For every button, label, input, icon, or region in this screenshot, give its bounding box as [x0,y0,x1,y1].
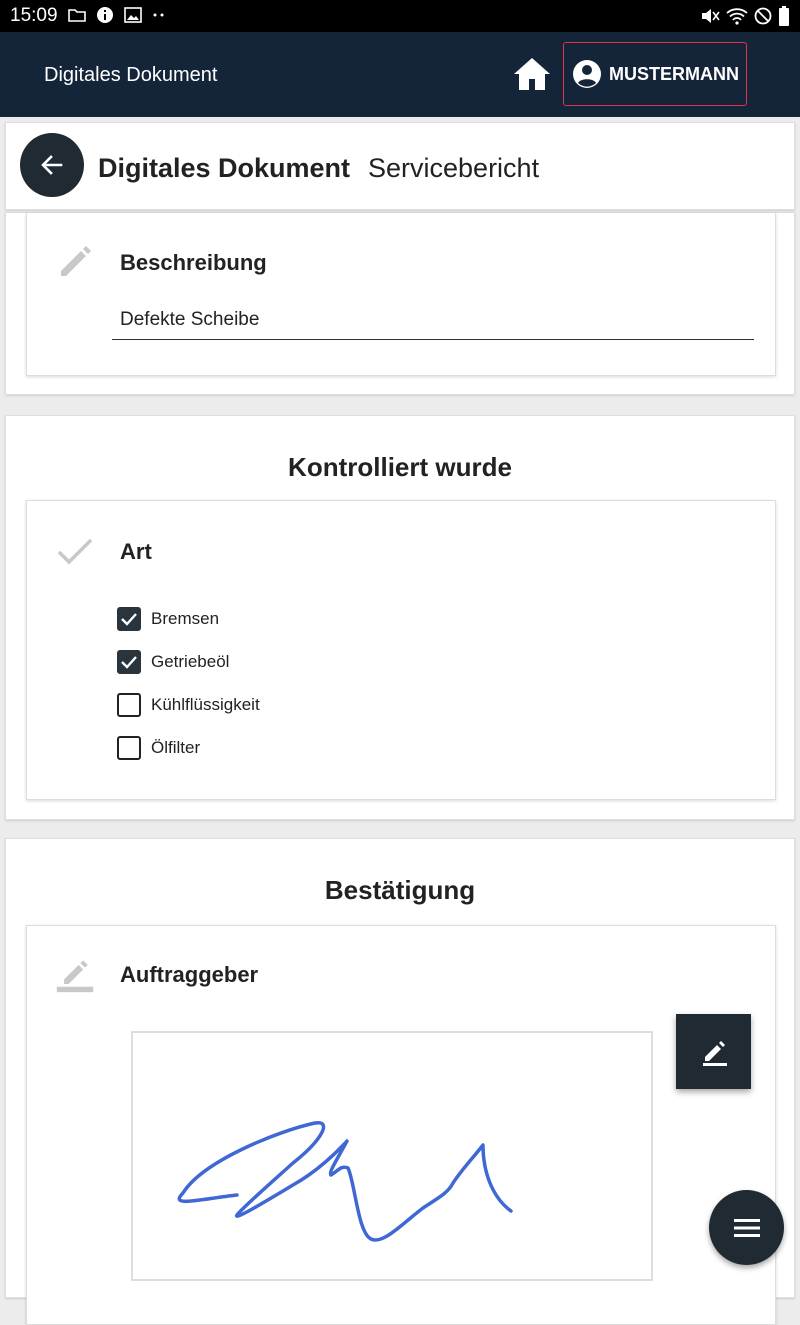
menu-fab[interactable] [709,1190,784,1265]
wifi-icon [726,8,748,25]
status-bar: 15:09 [0,0,800,32]
arrow-left-icon [41,155,63,175]
checkbox-label: Bremsen [151,609,220,628]
account-circle-icon [573,60,601,88]
auftraggeber-card: Auftraggeber [26,925,776,1325]
more-dots-icon [153,13,164,17]
beschreibung-card: Beschreibung Defekte Scheibe [26,213,776,376]
edit-signature-button[interactable] [676,1014,751,1089]
do-not-disturb-icon [754,7,772,25]
auftraggeber-label: Auftraggeber [120,962,259,987]
signature-drawing [177,1121,513,1242]
status-left-icons [68,6,166,24]
beschreibung-section: Beschreibung Defekte Scheibe [5,212,795,395]
art-card: Art Bremsen Getriebeöl Kühlflüssigkeit Ö… [26,500,776,800]
user-account-button[interactable]: MUSTERMANN [563,42,747,106]
bestaetigung-title: Bestätigung [324,875,476,905]
back-button[interactable] [20,133,84,197]
checkmark-icon [121,656,137,669]
checkbox-row-getriebeoel[interactable]: Getriebeöl [117,650,229,674]
image-icon [124,7,142,23]
mute-icon [702,9,720,23]
kontrolliert-title: Kontrolliert wurde [288,452,512,482]
user-name: MUSTERMANN [609,63,739,84]
page-title: Digitales Dokument [98,153,351,183]
checkbox-row-bremsen[interactable]: Bremsen [117,607,219,631]
check-icon [57,538,93,565]
checkbox-row-oelfilter[interactable]: Ölfilter [117,736,200,760]
checkbox-label: Getriebeöl [151,652,230,671]
pencil-icon [61,246,91,276]
status-time: 15:09 [10,5,58,26]
checkbox-kuehlfluessigkeit[interactable] [117,693,141,717]
home-icon [514,58,550,90]
checkbox-getriebeoel[interactable] [117,650,141,674]
checkbox-label: Ölfilter [151,738,201,757]
checkmark-icon [121,613,137,626]
app-bar: Digitales Dokument MUSTERMANN [0,32,800,117]
app-title: Digitales Dokument [44,64,218,86]
edit-icon [702,1040,727,1066]
signature-pencil-icon [56,960,94,993]
folder-icon [68,9,86,22]
checkbox-oelfilter[interactable] [117,736,141,760]
beschreibung-input[interactable]: Defekte Scheibe [112,309,754,340]
home-button[interactable] [508,52,556,96]
page-subtitle: Servicebericht [368,153,540,183]
status-right-icons [700,6,790,26]
kontrolliert-section: Kontrolliert wurde Art Bremsen Getriebeö… [5,415,795,820]
checkbox-bremsen[interactable] [117,607,141,631]
checkbox-row-kuehlfluessigkeit[interactable]: Kühlflüssigkeit [117,693,260,717]
info-icon [97,7,113,23]
menu-icon [733,1218,760,1237]
checkbox-label: Kühlflüssigkeit [151,695,260,714]
beschreibung-label: Beschreibung [120,250,267,275]
page-header: Digitales Dokument Servicebericht [5,122,795,210]
battery-icon [779,6,789,26]
signature-pad[interactable] [131,1031,653,1281]
art-label: Art [120,539,152,564]
